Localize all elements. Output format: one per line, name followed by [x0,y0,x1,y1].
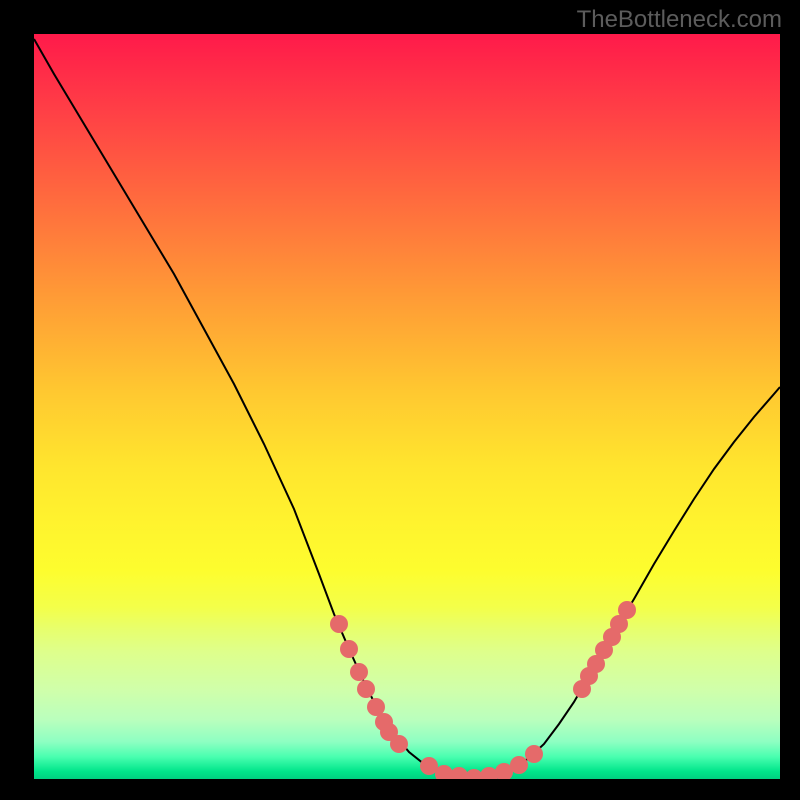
watermark-text: TheBottleneck.com [577,6,782,34]
markers-group [330,601,636,779]
chart-container: TheBottleneck.com [0,0,800,800]
data-marker [618,601,636,619]
bottleneck-curve [34,39,780,778]
data-marker [330,615,348,633]
data-marker [525,745,543,763]
data-marker [357,680,375,698]
plot-area [34,34,780,779]
data-marker [340,640,358,658]
data-marker [390,735,408,753]
chart-svg [34,34,780,779]
data-marker [510,756,528,774]
data-marker [350,663,368,681]
